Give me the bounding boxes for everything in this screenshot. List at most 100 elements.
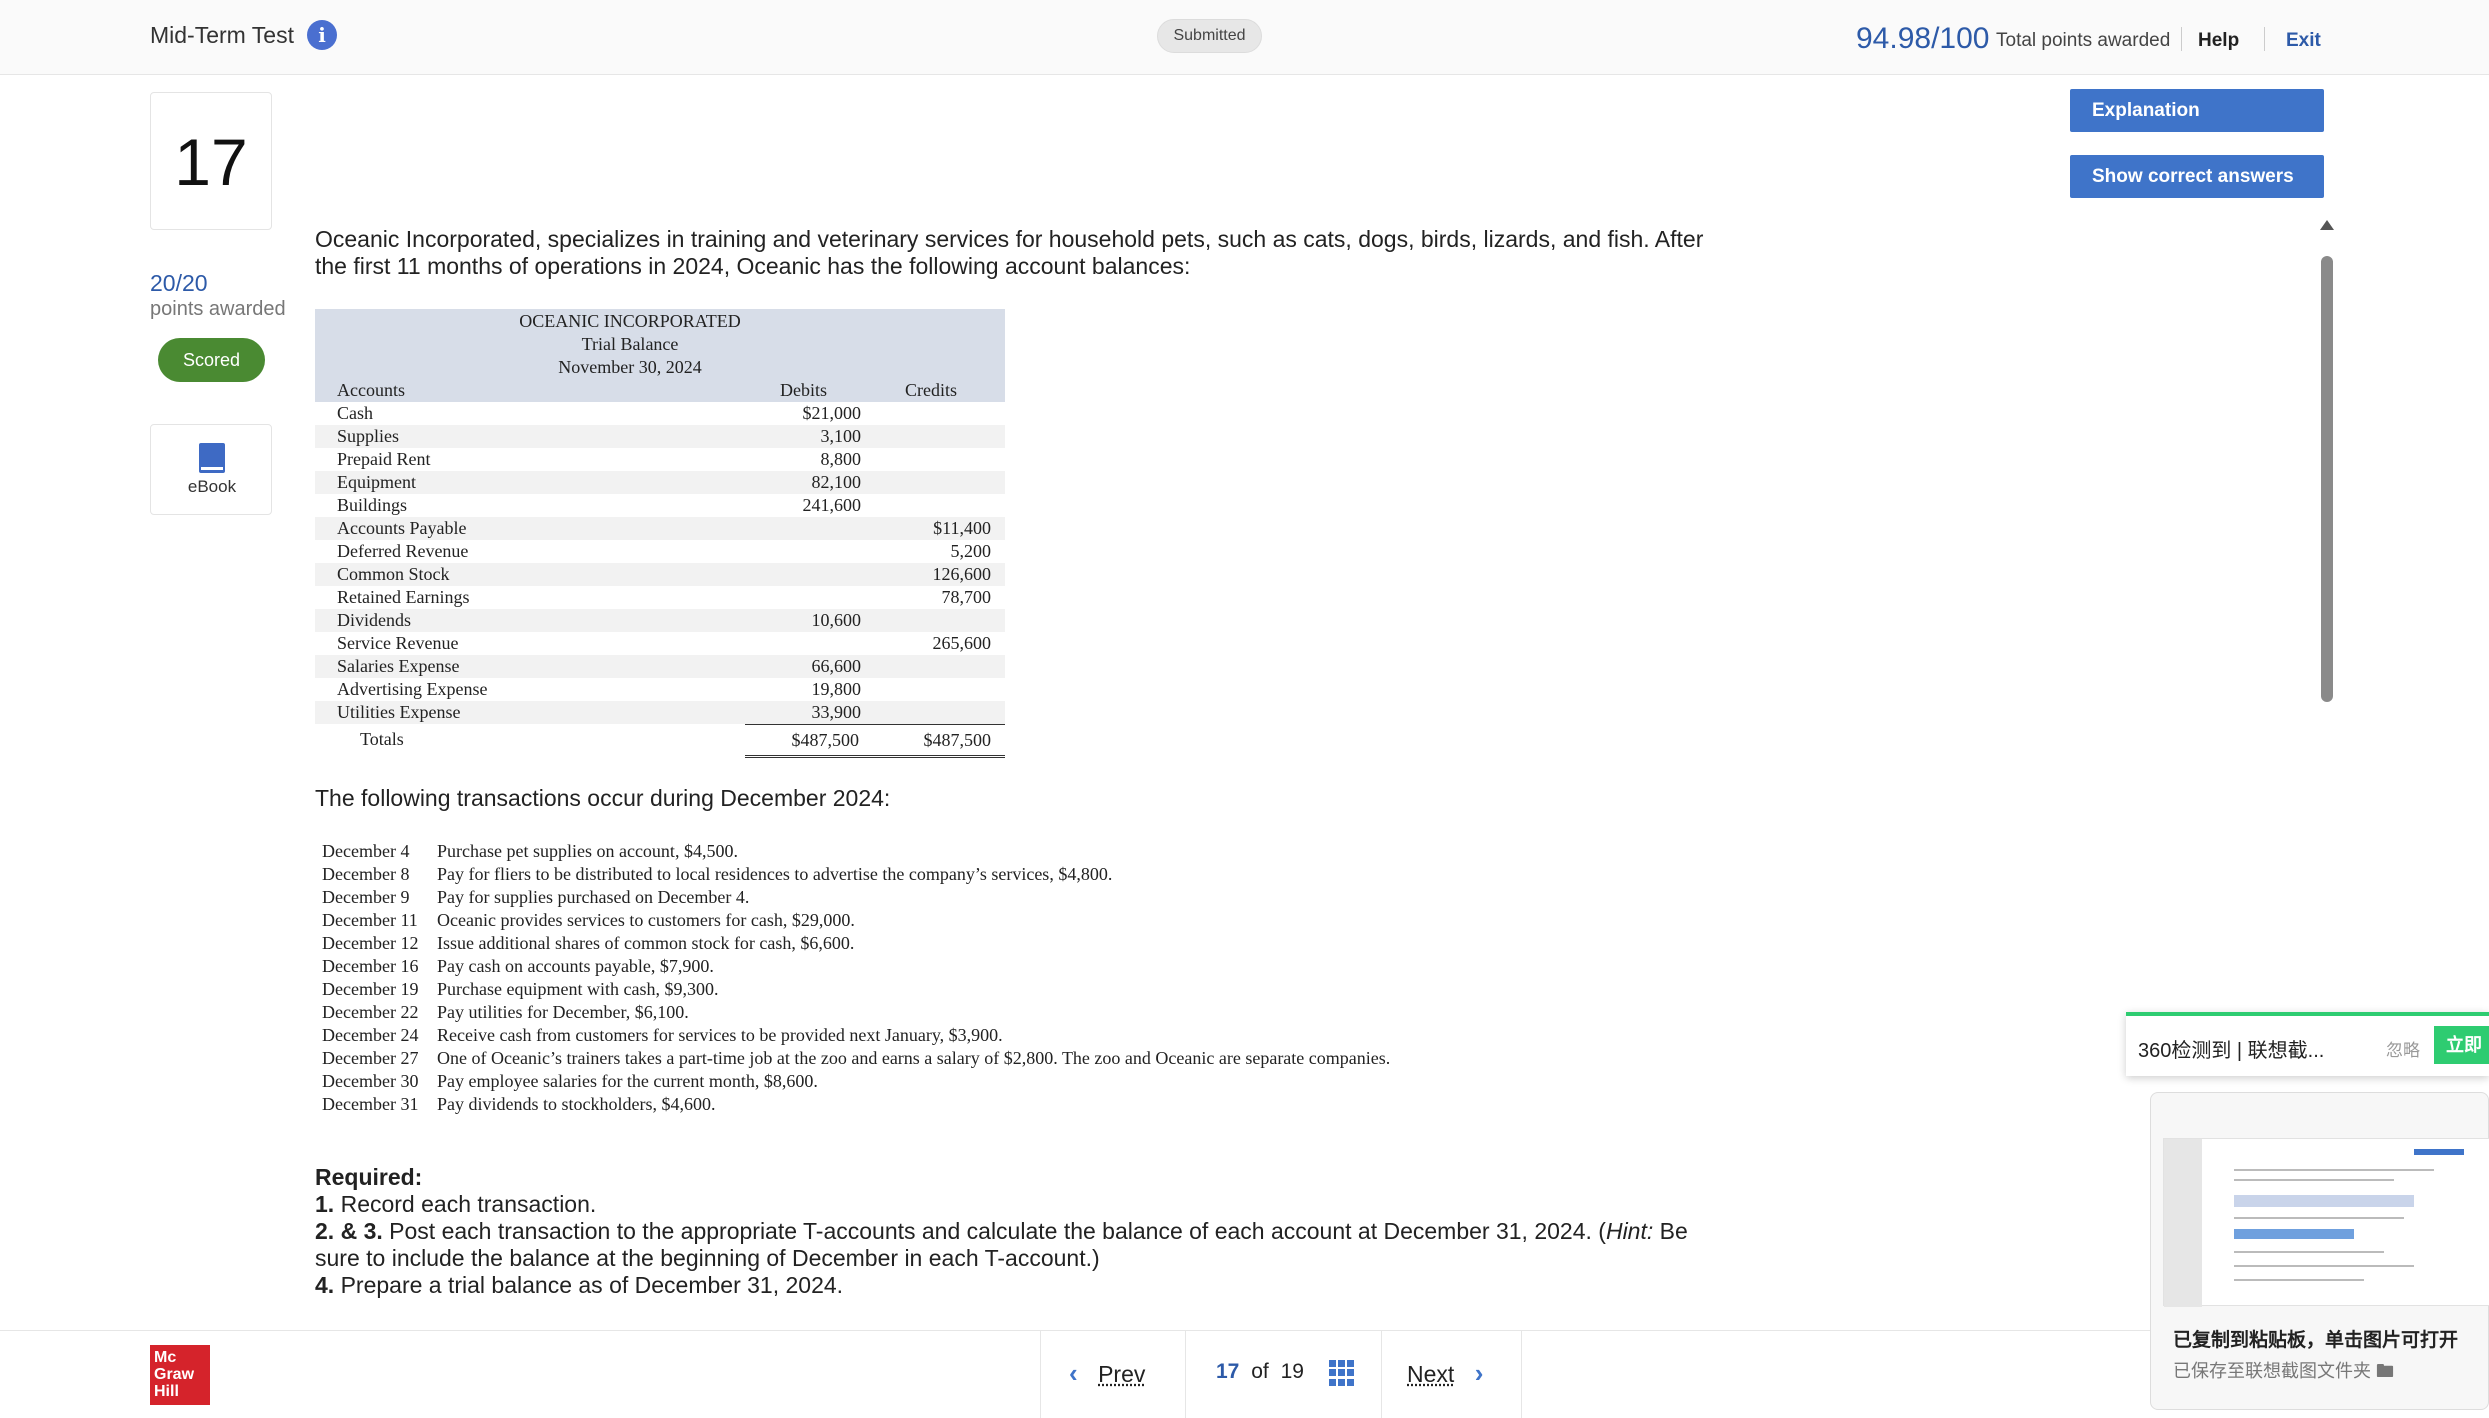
transaction-date: December 19: [322, 979, 419, 999]
trial-balance-heading: OCEANIC INCORPORATED Trial Balance Novem…: [315, 309, 1005, 379]
transaction-text: Pay employee salaries for the current mo…: [437, 1071, 818, 1091]
book-icon: [199, 443, 225, 473]
row-account: Retained Earnings: [337, 587, 470, 607]
ebook-button[interactable]: eBook: [150, 424, 272, 515]
transactions-intro: The following transactions occur during …: [315, 785, 891, 811]
total-debit: $487,500: [745, 724, 873, 758]
page: { "header": { "title": "Mid-Term Test", …: [0, 0, 2489, 1418]
mcgraw-hill-logo: Mc Graw Hill: [150, 1345, 210, 1405]
transaction-text: Pay utilities for December, $6,100.: [437, 1002, 689, 1022]
transactions-list: December 4 Purchase pet supplies on accou…: [322, 840, 1702, 1116]
scored-badge: Scored: [158, 338, 265, 382]
row-debit: 3,100: [820, 426, 862, 446]
top-header: Mid-Term Test i Submitted 94.98/100 Tota…: [0, 0, 2489, 75]
chevron-left-icon: ‹: [1069, 1358, 1078, 1388]
transaction-text: Pay for supplies purchased on December 4…: [437, 887, 750, 907]
transaction-date: December 4: [322, 841, 410, 861]
total-score: 94.98/100: [1856, 22, 1990, 55]
toast-open-button[interactable]: 立即: [2434, 1026, 2489, 1064]
col-accounts: Accounts: [337, 380, 405, 400]
col-debits: Debits: [780, 380, 827, 400]
row-debit: 19,800: [811, 679, 862, 699]
row-account: Advertising Expense: [337, 679, 488, 699]
row-account: Accounts Payable: [337, 518, 467, 538]
show-correct-answers-button[interactable]: Show correct answers: [2070, 155, 2324, 198]
help-link[interactable]: Help: [2198, 30, 2239, 52]
scrollbar[interactable]: [2316, 218, 2336, 1018]
row-account: Cash: [337, 403, 373, 423]
toast-ignore-button[interactable]: 忽略: [2386, 1036, 2420, 1061]
exit-link[interactable]: Exit: [2286, 30, 2321, 52]
question-navigation: ‹ Prev 17 of 19 Next ›: [1040, 1330, 1522, 1418]
transaction-text: Purchase equipment with cash, $9,300.: [437, 979, 719, 999]
trial-balance-row: Buildings 241,600: [315, 494, 1005, 517]
trial-balance-row: Equipment 82,100: [315, 471, 1005, 494]
transaction-date: December 16: [322, 956, 419, 976]
transaction-item: December 31 Pay dividends to stockholders…: [322, 1093, 1702, 1116]
transaction-text: Purchase pet supplies on account, $4,500…: [437, 841, 738, 861]
trial-balance-table: OCEANIC INCORPORATED Trial Balance Novem…: [315, 309, 1005, 758]
trial-balance-row: Advertising Expense 19,800: [315, 678, 1005, 701]
row-debit: 82,100: [811, 472, 862, 492]
scroll-thumb[interactable]: [2321, 256, 2333, 702]
nav-divider: [1381, 1330, 1382, 1418]
required-item-2: 2. & 3. Post each transaction to the app…: [315, 1218, 1688, 1271]
info-icon[interactable]: i: [307, 20, 337, 50]
transaction-date: December 9: [322, 887, 410, 907]
transaction-text: Oceanic provides services to customers f…: [437, 910, 855, 930]
row-credit: $11,400: [933, 518, 991, 538]
transaction-date: December 27: [322, 1048, 419, 1068]
row-credit: 78,700: [941, 587, 992, 607]
scroll-up-arrow-icon[interactable]: [2320, 220, 2334, 230]
row-debit: 66,600: [811, 656, 862, 676]
row-account: Utilities Expense: [337, 702, 461, 722]
transaction-date: December 24: [322, 1025, 419, 1045]
security-toast[interactable]: 360检测到 | 联想截... 忽略 立即: [2126, 1012, 2489, 1076]
col-credits: Credits: [905, 380, 957, 400]
clipboard-title: 已复制到粘贴板，单击图片可打开: [2173, 1330, 2459, 1351]
statement-title: Trial Balance: [581, 334, 679, 354]
question-grid-icon[interactable]: [1329, 1360, 1355, 1386]
required-heading: Required:: [315, 1164, 423, 1190]
transaction-item: December 16 Pay cash on accounts payable,…: [322, 955, 1702, 978]
transaction-date: December 30: [322, 1071, 419, 1091]
trial-balance-row: Service Revenue 265,600: [315, 632, 1005, 655]
transaction-item: December 22 Pay utilities for December, $…: [322, 1001, 1702, 1024]
transaction-item: December 30 Pay employee salaries for the…: [322, 1070, 1702, 1093]
explanation-button[interactable]: Explanation: [2070, 89, 2324, 132]
transaction-item: December 12 Issue additional shares of co…: [322, 932, 1702, 955]
screenshot-clipboard-card[interactable]: 已复制到粘贴板，单击图片可打开 已保存至联想截图文件夹 🖿: [2150, 1092, 2489, 1410]
transaction-date: December 12: [322, 933, 419, 953]
total-score-label: Total points awarded: [1996, 30, 2171, 51]
row-debit: 8,800: [820, 449, 862, 469]
trial-balance-row: Salaries Expense 66,600: [315, 655, 1005, 678]
transaction-text: Issue additional shares of common stock …: [437, 933, 855, 953]
required-item-3: 4. Prepare a trial balance as of Decembe…: [315, 1272, 844, 1298]
row-debit: 241,600: [802, 495, 862, 515]
transaction-text: Pay cash on accounts payable, $7,900.: [437, 956, 714, 976]
transaction-text: Receive cash from customers for services…: [437, 1025, 1003, 1045]
folder-icon[interactable]: 🖿: [2376, 1361, 2394, 1381]
row-account: Service Revenue: [337, 633, 459, 653]
transaction-item: December 19 Purchase equipment with cash,…: [322, 978, 1702, 1001]
row-account: Buildings: [337, 495, 408, 515]
page-indicator: 17 of 19: [1216, 1360, 1304, 1383]
transaction-item: December 9 Pay for supplies purchased on …: [322, 886, 1702, 909]
trial-balance-row: Retained Earnings 78,700: [315, 586, 1005, 609]
screenshot-thumbnail[interactable]: [2163, 1138, 2489, 1307]
column-headers: Accounts Debits Credits: [315, 379, 1005, 402]
transaction-item: December 4 Purchase pet supplies on accou…: [322, 840, 1702, 863]
points-awarded-value: 20/20: [150, 270, 208, 296]
row-debit: 10,600: [811, 610, 862, 630]
header-divider: [2264, 27, 2265, 51]
prev-button[interactable]: ‹ Prev: [1069, 1358, 1145, 1389]
row-debit: $21,000: [802, 403, 862, 423]
transaction-item: December 24 Receive cash from customers f…: [322, 1024, 1702, 1047]
trial-balance-row: Cash $21,000: [315, 402, 1005, 425]
transaction-date: December 31: [322, 1094, 419, 1114]
trial-balance-row: Common Stock 126,600: [315, 563, 1005, 586]
next-button[interactable]: Next ›: [1407, 1358, 1483, 1389]
trial-balance-row: Utilities Expense 33,900: [315, 701, 1005, 724]
company-name: OCEANIC INCORPORATED: [519, 311, 741, 331]
required-section: Required: 1. Record each transaction. 2.…: [315, 1164, 1735, 1299]
